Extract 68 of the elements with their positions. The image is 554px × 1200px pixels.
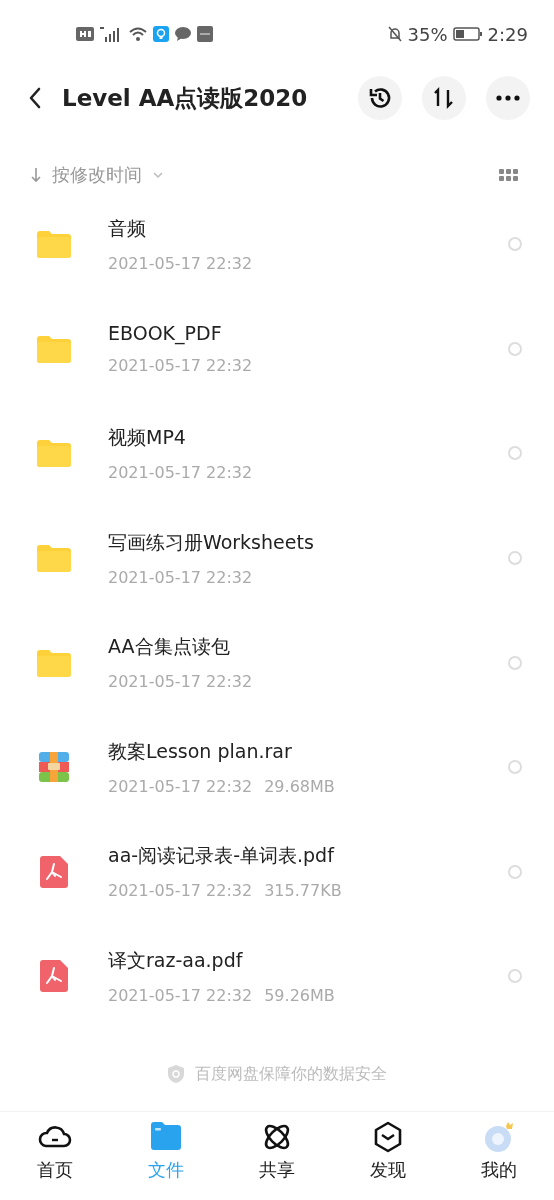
file-row[interactable]: 视频MP4 2021-05-17 22:32 xyxy=(0,401,554,506)
sort-icon xyxy=(433,87,455,109)
down-arrow-icon xyxy=(30,167,42,183)
archive-icon xyxy=(39,752,69,783)
file-size: 315.77KB xyxy=(264,881,342,901)
sort-button[interactable] xyxy=(422,76,466,120)
security-note: 百度网盘保障你的数据安全 xyxy=(195,1063,387,1085)
bulb-icon xyxy=(153,26,169,42)
back-icon xyxy=(28,87,42,109)
file-name: 写画练习册Worksheets xyxy=(108,529,315,555)
folder-icon xyxy=(37,544,71,573)
folder-icon xyxy=(37,648,71,677)
select-radio[interactable] xyxy=(508,864,522,879)
file-name: 教案Lesson plan.rar xyxy=(108,738,293,764)
grid-icon xyxy=(499,169,518,181)
nav-tab[interactable]: 我的 xyxy=(458,1120,539,1182)
file-name: AA合集点读包 xyxy=(108,634,231,660)
file-date: 2021-05-17 22:32 xyxy=(108,567,253,587)
file-date: 2021-05-17 22:32 xyxy=(108,672,253,692)
history-icon xyxy=(367,85,393,111)
more-button[interactable] xyxy=(486,76,530,120)
wifi-icon xyxy=(128,26,148,42)
more-icon xyxy=(496,95,520,101)
file-date: 2021-05-17 22:32 xyxy=(108,356,253,376)
muted-bell-icon xyxy=(386,26,403,42)
folder-icon xyxy=(37,334,71,363)
file-date: 2021-05-17 22:32 xyxy=(108,253,253,273)
select-radio[interactable] xyxy=(508,655,522,670)
hd-icon xyxy=(76,27,94,41)
nav-tab[interactable]: 首页 xyxy=(15,1120,96,1182)
battery-icon xyxy=(452,27,483,41)
file-size: 59.26MB xyxy=(264,985,335,1005)
file-date: 2021-05-17 22:32 xyxy=(108,881,253,901)
pdf-icon xyxy=(40,855,68,888)
file-row[interactable]: 教案Lesson plan.rar 2021-05-17 22:32 29.68MB xyxy=(0,714,554,820)
file-name: 视频MP4 xyxy=(108,425,187,450)
select-radio[interactable] xyxy=(508,551,522,566)
file-name: 译文raz-aa.pdf xyxy=(108,947,244,973)
file-size: 29.68MB xyxy=(264,776,335,796)
file-date: 2021-05-17 22:32 xyxy=(108,463,253,482)
history-button[interactable] xyxy=(358,76,402,120)
chat-icon xyxy=(174,26,192,42)
page-title: Level AA点读版2020 xyxy=(62,83,309,113)
select-radio[interactable] xyxy=(508,446,522,461)
nav-tab[interactable]: 共享 xyxy=(237,1120,317,1182)
select-radio[interactable] xyxy=(508,237,522,252)
file-row[interactable]: EBOOK_PDF 2021-05-17 22:32 xyxy=(0,296,554,402)
folder-icon xyxy=(37,439,71,468)
shield-icon xyxy=(167,1064,185,1084)
select-radio[interactable] xyxy=(508,341,522,356)
file-row[interactable]: 音频 2021-05-17 22:32 xyxy=(0,192,554,297)
file-date: 2021-05-17 22:32 xyxy=(108,776,253,796)
file-row[interactable]: AA合集点读包 2021-05-17 22:32 xyxy=(0,610,554,715)
file-row[interactable]: 写画练习册Worksheets 2021-05-17 22:32 xyxy=(0,505,554,611)
file-row[interactable]: aa-阅读记录表-单词表.pdf 2021-05-17 22:32 315.77KB xyxy=(0,819,554,925)
nav-tab[interactable]: 发现 xyxy=(347,1120,428,1182)
file-name: aa-阅读记录表-单词表.pdf xyxy=(108,843,336,869)
chevron-down-icon xyxy=(152,171,164,179)
file-name: EBOOK_PDF xyxy=(108,322,223,345)
select-radio[interactable] xyxy=(508,969,522,984)
file-row[interactable]: 译文raz-aa.pdf 2021-05-17 22:32 59.26MB xyxy=(0,924,554,1029)
folder-icon xyxy=(37,230,71,259)
battery-percent: 35% xyxy=(407,23,448,45)
file-date: 2021-05-17 22:32 xyxy=(108,985,253,1005)
select-radio[interactable] xyxy=(508,760,522,775)
status-time: 2:29 xyxy=(487,23,528,45)
file-name: 音频 xyxy=(108,215,147,241)
pdf-icon xyxy=(40,960,68,993)
